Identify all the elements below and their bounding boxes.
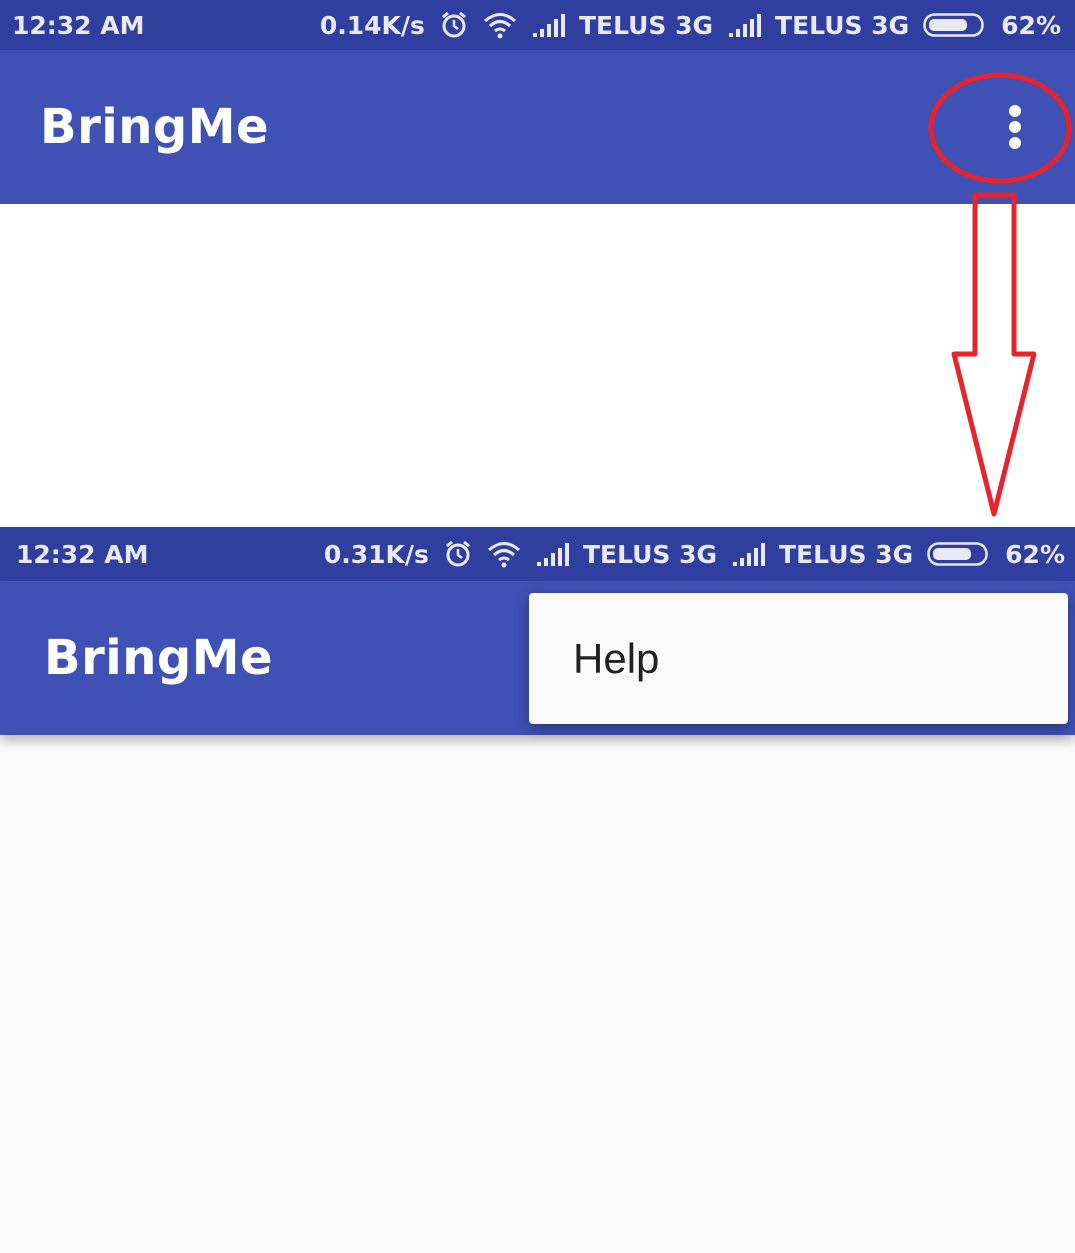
menu-item-help[interactable]: Help [573, 635, 659, 683]
menu-dot [1009, 105, 1021, 117]
status-bar: 12:32 AM 0.14K/s TELUS 3G TELUS 3G 62% [0, 0, 1075, 50]
status-indicators: 0.14K/s TELUS 3G TELUS 3G 62% [320, 10, 1061, 40]
battery-percent: 62% [1001, 10, 1061, 40]
signal-icon [535, 542, 569, 566]
signal-icon [731, 542, 766, 566]
app-bar: BringMe [0, 50, 1075, 204]
app-title: BringMe [44, 630, 274, 686]
status-bar: 12:32 AM 0.31K/s TELUS 3G TELUS 3G 62% [0, 527, 1075, 581]
signal-icon [727, 13, 762, 37]
battery-percent: 62% [1005, 539, 1065, 569]
alarm-icon [439, 10, 469, 40]
status-time: 12:32 AM [12, 10, 145, 40]
menu-dot [1009, 121, 1021, 133]
carrier-2: TELUS 3G [779, 539, 914, 569]
battery-icon [927, 541, 991, 567]
wifi-icon [483, 11, 517, 39]
app-title: BringMe [40, 99, 270, 155]
screen-before: 12:32 AM 0.14K/s TELUS 3G TELUS 3G 62% B… [0, 0, 1075, 527]
signal-icon [531, 13, 565, 37]
network-speed: 0.31K/s [323, 539, 429, 569]
alarm-icon [443, 539, 473, 569]
wifi-icon [487, 540, 521, 568]
screen-after: 12:32 AM 0.31K/s TELUS 3G TELUS 3G 62% B… [0, 527, 1075, 1253]
network-speed: 0.14K/s [319, 10, 425, 40]
carrier-1: TELUS 3G [582, 539, 718, 569]
carrier-1: TELUS 3G [578, 10, 714, 40]
overflow-menu: Help [529, 593, 1068, 724]
carrier-2: TELUS 3G [775, 10, 910, 40]
more-vert-icon[interactable] [995, 97, 1035, 157]
status-indicators: 0.31K/s TELUS 3G TELUS 3G 62% [324, 539, 1065, 569]
menu-dot [1009, 137, 1021, 149]
battery-icon [923, 12, 987, 38]
status-time: 12:32 AM [16, 539, 149, 569]
